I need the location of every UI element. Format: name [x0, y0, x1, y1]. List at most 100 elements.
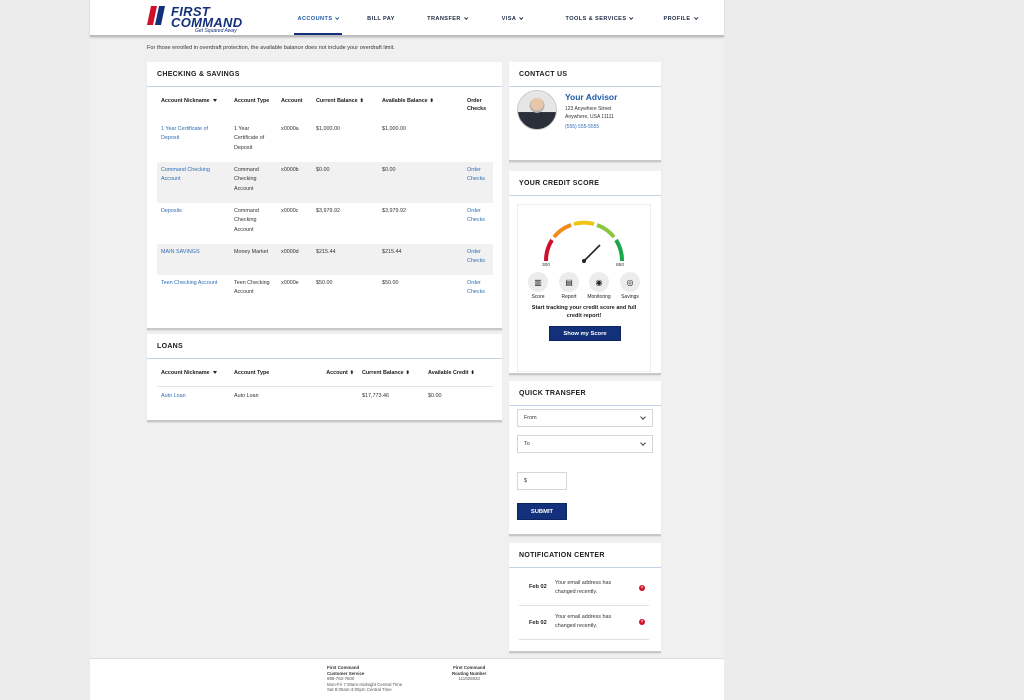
account-type: 1 Year Certificate of Deposit [234, 126, 265, 151]
nav-label: BILL PAY [367, 15, 395, 22]
nav-bill-pay[interactable]: BILL PAY [342, 0, 420, 37]
account-nickname-link[interactable]: Command Checking Account [157, 162, 230, 203]
monitoring-icon[interactable]: ◉ [589, 272, 609, 292]
notification-message: Your email address has changed recently. [555, 580, 612, 595]
order-checks-link [463, 121, 493, 162]
icon-label-score: Score [531, 294, 545, 300]
notification-date: Feb 02 [529, 620, 547, 626]
footer-cs-hours1: Mon-Fri 7:30am-midnight Central Time [327, 681, 403, 687]
close-icon[interactable]: × [639, 619, 645, 625]
nav-accounts[interactable]: ACCOUNTS [294, 0, 342, 37]
table-row: Teen Checking Account Teen Checking Acco… [157, 275, 493, 316]
nav-label: TRANSFER [427, 15, 461, 22]
nav-visa[interactable]: VISA [474, 0, 550, 37]
checking-table: Account Nickname Account Type Account Cu… [157, 97, 493, 316]
col-current[interactable]: Current Balance ⬍ [312, 97, 378, 121]
notification-date: Feb 02 [529, 584, 547, 590]
loans-panel: LOANS Account Nickname Account Type Acco… [147, 334, 502, 422]
gauge-hub [582, 259, 586, 263]
account-type: Command Checking Account [234, 208, 259, 233]
advisor-address2: Anywhere, USA 11111 [565, 114, 614, 120]
col-nickname[interactable]: Account Nickname [157, 369, 230, 386]
col-available[interactable]: Available Balance ⬍ [378, 97, 463, 121]
account-type: Teen Checking Account [234, 280, 270, 296]
account-nickname-link[interactable]: Teen Checking Account [157, 275, 230, 316]
advisor-address1: 123 Anywhere Street [565, 106, 612, 112]
sort-icon: ⬍ [359, 98, 364, 104]
amount-prefix: $ [524, 478, 527, 484]
credit-message: Start tracking your credit score and ful… [531, 305, 637, 319]
to-account-select[interactable]: To [517, 435, 653, 453]
divider [147, 358, 502, 359]
col-current[interactable]: Current Balance ⬍ [358, 369, 424, 386]
current-balance: $215.44 [312, 244, 378, 275]
advisor-phone-link[interactable]: (555) 555-5555 [565, 124, 599, 130]
savings-icon[interactable]: ◎ [620, 272, 640, 292]
bar-chart-icon[interactable]: ▥ [528, 272, 548, 292]
nav-label: VISA [501, 15, 517, 22]
col-nickname[interactable]: Account Nickname [157, 97, 230, 121]
current-balance: $3,979.92 [316, 208, 340, 214]
sort-desc-icon [212, 99, 217, 103]
account-type: Command Checking Account [230, 162, 277, 203]
page: FIRST COMMAND Get Squared Away ACCOUNTS … [90, 0, 724, 700]
available-balance: $0.00 [378, 162, 463, 203]
order-checks-link[interactable]: Order Checks [463, 244, 493, 275]
report-icon[interactable]: ▤ [559, 272, 579, 292]
loan-nickname-link[interactable]: Auto Loan [157, 386, 230, 406]
table-row: Command Checking Account Command Checkin… [157, 162, 493, 203]
loans-table: Account Nickname Account Type Account ⬍ C… [157, 369, 493, 406]
show-my-score-button[interactable]: Show my Score [549, 326, 621, 341]
col-type: Account Type [234, 370, 270, 376]
table-header-row: Account Nickname Account Type Account Cu… [157, 97, 493, 121]
col-available[interactable]: Available Credit ⬍ [424, 369, 493, 386]
overdraft-notice: For those enrolled in overdraft protecti… [147, 45, 395, 51]
table-row: Auto Loan Auto Loan $17,773.46 $0.00 [157, 386, 493, 406]
chevron-down-icon [640, 440, 646, 446]
chevron-down-icon [629, 15, 634, 20]
chevron-down-icon [693, 15, 698, 20]
order-checks-link[interactable]: Order Checks [463, 162, 493, 203]
gauge-segment-lightgreen [596, 223, 616, 239]
contact-panel: CONTACT US Your Advisor 123 Anywhere Str… [509, 62, 661, 162]
account-nickname-link[interactable]: Deposits [157, 203, 230, 244]
first-command-logo[interactable]: FIRST COMMAND Get Squared Away [147, 4, 247, 34]
notification-item: Feb 02 Your email address has changed re… [519, 572, 649, 606]
nav-transfer[interactable]: TRANSFER [420, 0, 474, 37]
footer-cs-hours2: Sat 9:00am-3:00pm Central Time [327, 687, 392, 693]
sort-icon: ⬍ [405, 370, 410, 376]
col-order: Order Checks [467, 98, 487, 112]
footer-customer-service: First Command Customer Service 888-763-7… [327, 665, 402, 693]
order-checks-link[interactable]: Order Checks [463, 275, 493, 316]
icon-label-savings: Savings [621, 294, 639, 300]
account-nickname-link[interactable]: MAIN SAVINGS [157, 244, 230, 275]
gauge-segment-yellow [573, 220, 595, 226]
order-checks-link[interactable]: Order Checks [463, 203, 493, 244]
top-header: FIRST COMMAND Get Squared Away ACCOUNTS … [90, 0, 724, 37]
amount-input[interactable]: $ [517, 472, 567, 490]
panel-title: NOTIFICATION CENTER [519, 552, 605, 559]
available-balance: $215.44 [378, 244, 463, 275]
table-row: 1 Year Certificate of Deposit 1 Year Cer… [157, 121, 493, 162]
nav-label: PROFILE [663, 15, 691, 22]
divider [509, 86, 661, 87]
gauge-segment-green [614, 238, 625, 262]
submit-button[interactable]: SUBMIT [517, 503, 567, 520]
account-nickname-link[interactable]: 1 Year Certificate of Deposit [157, 121, 230, 162]
checking-savings-panel: CHECKING & SAVINGS Account Nickname Acco… [147, 62, 502, 330]
sort-desc-icon [212, 371, 217, 375]
close-icon[interactable]: × [639, 585, 645, 591]
col-type: Account Type [234, 98, 270, 104]
col-account[interactable]: Account ⬍ [314, 369, 358, 386]
nav-profile[interactable]: PROFILE [648, 0, 712, 37]
nav-tools-services[interactable]: TOOLS & SERVICES [550, 0, 648, 37]
gauge-needle [583, 244, 601, 262]
sort-icon: ⬍ [429, 98, 434, 104]
advisor-name: Your Advisor [565, 92, 618, 102]
divider [509, 195, 661, 196]
chevron-down-icon [335, 15, 340, 20]
available-balance: $1,000.00 [382, 126, 406, 132]
footer-cs-phone[interactable]: 888-763-7600 [327, 676, 354, 681]
panel-title: LOANS [157, 343, 183, 350]
from-account-select[interactable]: From [517, 409, 653, 427]
